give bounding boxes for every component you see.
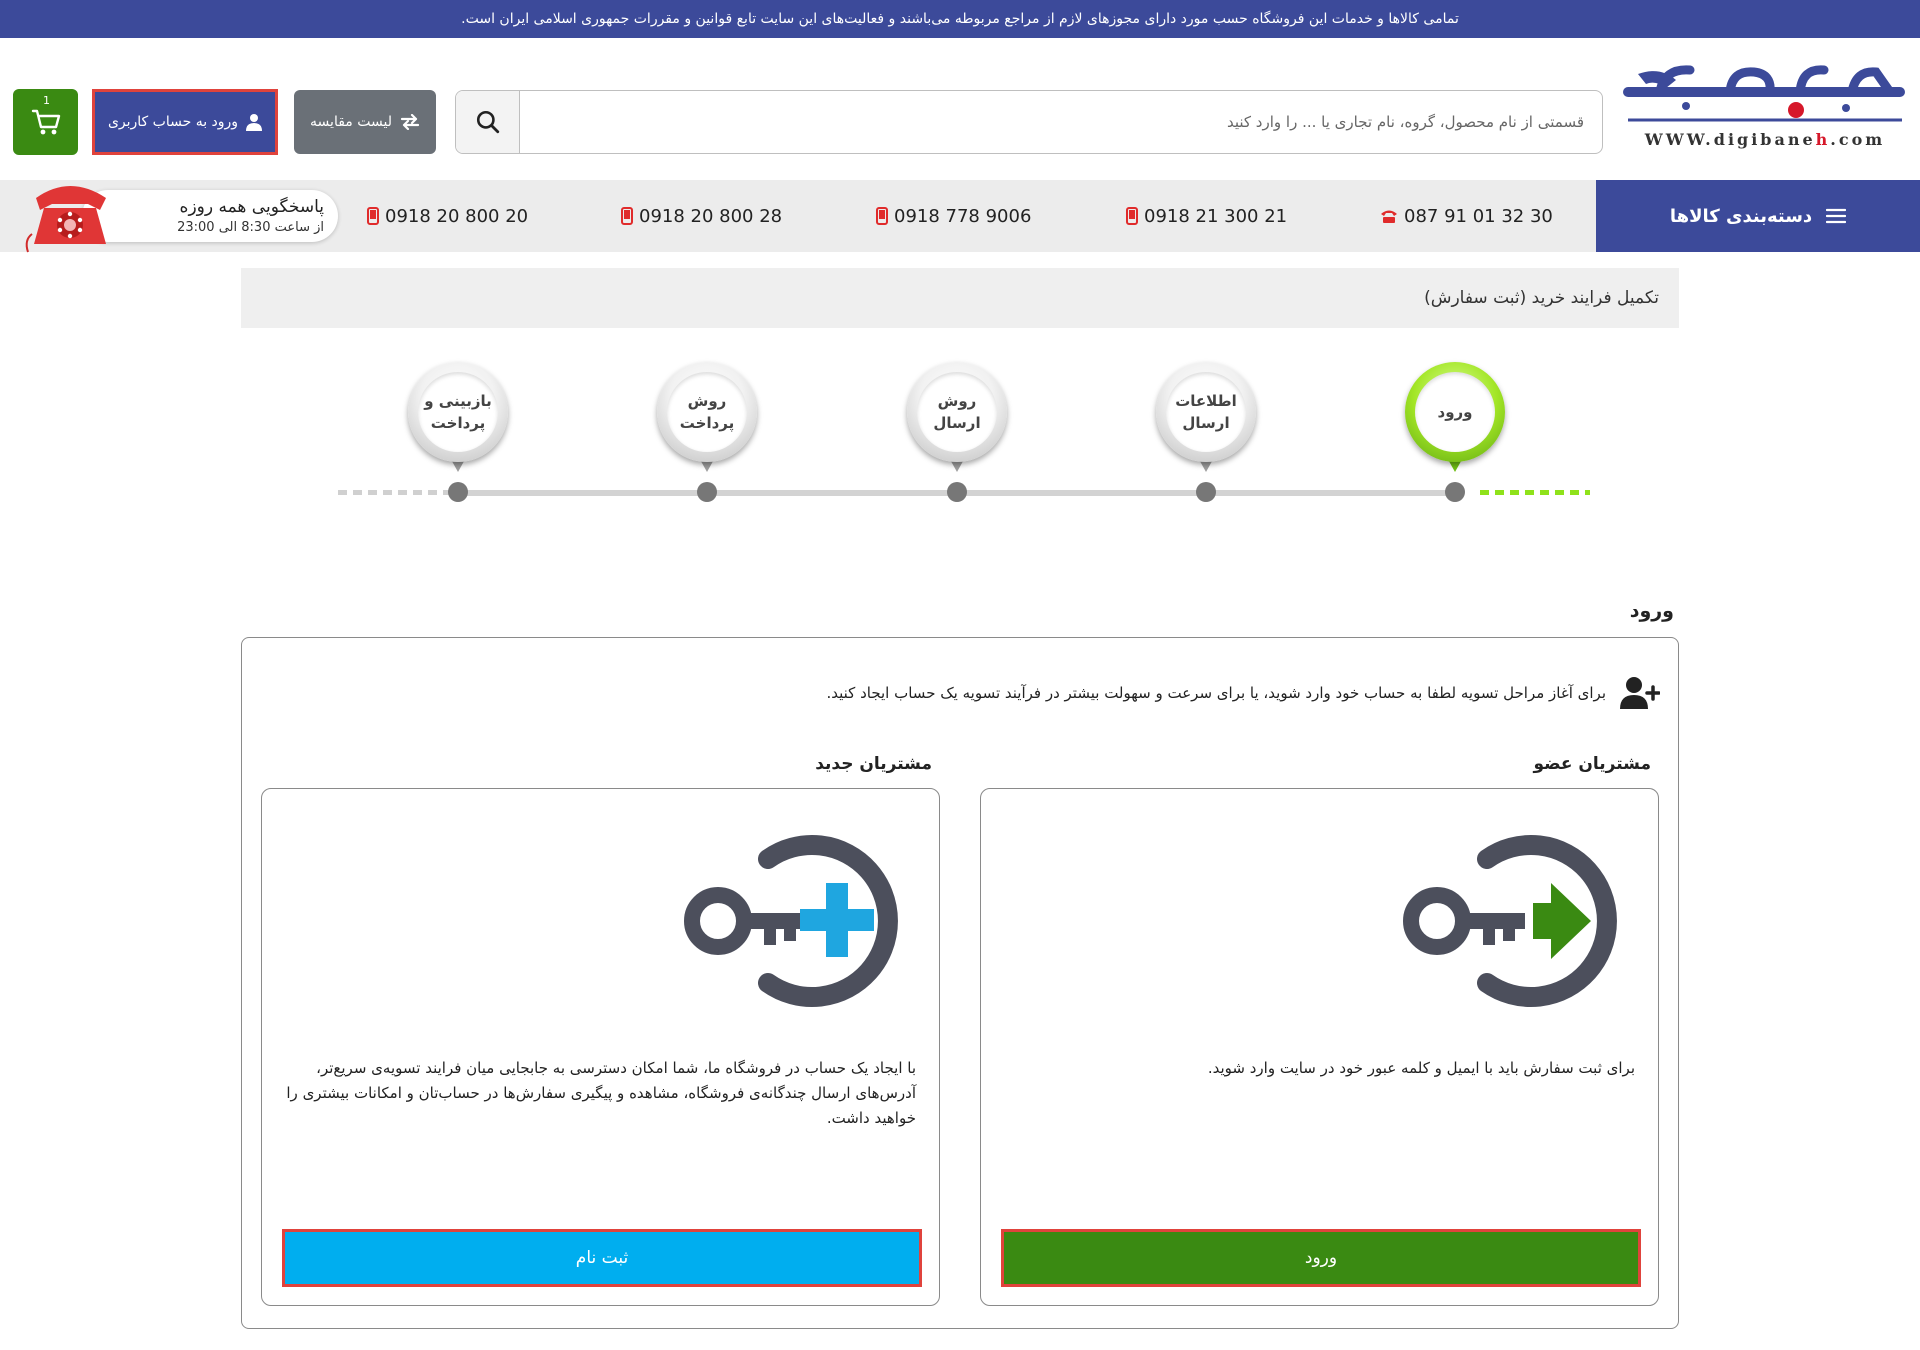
logo-url-prefix: WWW.digibane [1644,130,1816,149]
progress-dashes-remaining [338,490,460,495]
key-login-arrow-icon [1403,835,1617,1007]
account-login-button[interactable]: ورود به حساب کاربری [92,89,278,155]
page-title-bar: تکمیل فرایند خرید (ثبت سفارش) [241,268,1679,328]
phone-number-text: 0918 21 300 21 [1144,205,1288,227]
step-pin: روش ارسال [907,362,1007,462]
compare-arrows-icon [400,114,420,130]
categories-menu-button[interactable]: دسته‌بندی کالاها [1596,180,1920,252]
page-title: تکمیل فرایند خرید (ثبت سفارش) [1424,288,1659,308]
support-title: پاسخگویی همه روزه [179,197,324,217]
support-hours: از ساعت 8:30 الی 23:00 [177,220,324,235]
progress-dashes-done [1480,490,1590,495]
members-card: برای ثبت سفارش باید با ایمیل و کلمه عبور… [980,788,1659,1306]
categories-menu-label: دسته‌بندی کالاها [1669,205,1813,227]
step-marker-dot [947,482,967,502]
step-label: ورود [1415,372,1495,452]
red-telephone-icon [25,186,106,253]
new-customers-card: با ایجاد یک حساب در فروشگاه ما، شما امکا… [261,788,940,1306]
mobile-phone-icon [876,207,888,225]
shopping-cart-icon [31,109,60,135]
step-marker-dot [697,482,717,502]
legal-notice-bar: تمامی کالاها و خدمات این فروشگاه حسب مور… [0,0,1920,38]
login-section-heading: ورود [1629,600,1674,622]
checkout-progress: ورود اطلاعات ارسال روش ارسال روش پرداخت … [330,352,1590,512]
phone-number-text: 0918 20 800 20 [385,205,529,227]
login-submit-button[interactable]: ورود [1001,1229,1641,1287]
step-label: روش ارسال [917,372,997,452]
key-register-plus-icon [684,835,898,1007]
cart-button[interactable]: 1 [13,89,78,155]
phone-number-landline[interactable]: 087 91 01 32 30 [1380,180,1553,252]
phone-number-text: 0918 20 800 28 [639,205,783,227]
step-login: ورود [1405,362,1505,480]
members-card-text: برای ثبت سفارش باید با ایمیل و کلمه عبور… [1207,1059,1635,1077]
cart-count-badge: 1 [43,94,50,107]
step-shipping-info: اطلاعات ارسال [1156,362,1256,480]
phone-number-text: 0918 778 9006 [894,205,1032,227]
user-icon [246,114,263,131]
step-pin: اطلاعات ارسال [1156,362,1256,462]
add-user-icon [1620,677,1660,709]
step-marker-dot [1196,482,1216,502]
logo-wordmark-icon [1623,65,1905,122]
compare-list-label: لیست مقایسه [310,114,392,130]
phone-number-mobile[interactable]: 0918 21 300 21 [1126,180,1287,252]
step-label: بازبینی و پرداخت [418,372,498,452]
step-pin: ورود [1405,362,1505,462]
site-logo[interactable]: WWW.digibaneh.com [1620,62,1910,158]
members-heading: مشتریان عضو [1533,754,1651,774]
new-customers-card-text: با ایجاد یک حساب در فروشگاه ما، شما امکا… [286,1059,916,1127]
search-icon [476,110,499,134]
support-pill: پاسخگویی همه روزه از ساعت 8:30 الی 23:00 [82,190,338,242]
mobile-phone-icon [367,207,379,225]
login-intro: برای آغاز مراحل تسویه لطفا به حساب خود و… [780,675,1660,711]
legal-notice-text: تمامی کالاها و خدمات این فروشگاه حسب مور… [461,11,1459,27]
step-pin: بازبینی و پرداخت [408,362,508,462]
step-review-payment: بازبینی و پرداخت [408,362,508,480]
search-button[interactable] [456,91,520,153]
telephone-icon [1381,210,1397,223]
login-intro-text: برای آغاز مراحل تسویه لطفا به حساب خود و… [826,684,1606,702]
logo-url-accent: h [1815,130,1831,149]
step-payment-method: روش پرداخت [657,362,757,480]
register-label: ثبت نام [575,1248,629,1268]
account-login-label: ورود به حساب کاربری [107,114,239,130]
search-bar [455,90,1603,154]
phone-number-mobile[interactable]: 0918 20 800 20 [367,180,528,252]
search-input[interactable] [520,91,1602,153]
step-marker-dot [1445,482,1465,502]
mobile-phone-icon [621,207,633,225]
logo-url-suffix: .com [1830,130,1886,149]
step-marker-dot [448,482,468,502]
phone-number-text: 087 91 01 32 30 [1404,205,1553,227]
mobile-phone-icon [1126,207,1138,225]
hamburger-menu-icon [1826,208,1847,224]
step-label: اطلاعات ارسال [1166,372,1246,452]
contact-strip: دسته‌بندی کالاها 087 91 01 32 30 0918 21… [0,180,1920,253]
login-submit-label: ورود [1304,1248,1338,1268]
phone-number-mobile[interactable]: 0918 778 9006 [876,180,1031,252]
step-pin: روش پرداخت [657,362,757,462]
compare-list-button[interactable]: لیست مقایسه [294,90,436,154]
new-customers-heading: مشتریان جدید [815,754,932,774]
step-shipping-method: روش ارسال [907,362,1007,480]
step-label: روش پرداخت [667,372,747,452]
logo-url-text: WWW.digibaneh.com [1620,130,1910,149]
support-hours-badge: پاسخگویی همه روزه از ساعت 8:30 الی 23:00 [22,186,338,253]
register-button[interactable]: ثبت نام [282,1229,922,1287]
phone-number-mobile[interactable]: 0918 20 800 28 [621,180,782,252]
